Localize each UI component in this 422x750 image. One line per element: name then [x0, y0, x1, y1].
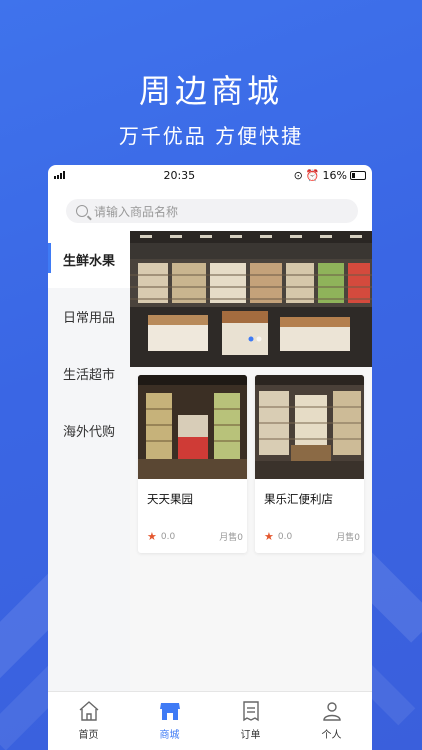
sidebar-item-fresh-fruit[interactable]: 生鲜水果 — [48, 231, 130, 288]
store-meta: ★ 0.0 月售0 — [147, 530, 243, 543]
tab-label: 订单 — [240, 730, 261, 741]
monthly-sales: 月售0 — [336, 533, 360, 543]
shop-icon — [159, 703, 180, 720]
hero-title: 周边商城 — [138, 72, 283, 110]
star-icon: ★ — [147, 530, 157, 543]
store-rating: ★ 0.0 — [264, 530, 292, 543]
tab-shop[interactable]: 商城 — [129, 692, 210, 750]
sidebar-item-label: 海外代购 — [62, 425, 115, 440]
sidebar-item-label: 日常用品 — [62, 311, 115, 326]
monthly-sales: 月售0 — [219, 533, 243, 543]
sidebar-item-label: 生活超市 — [62, 368, 115, 383]
tab-label: 商城 — [159, 730, 180, 741]
search-input[interactable]: 请输入商品名称 — [66, 199, 358, 223]
orientation-lock-icon: ⊙ — [293, 168, 303, 182]
status-time: 20:35 — [163, 168, 196, 182]
star-icon: ★ — [264, 530, 274, 543]
battery-icon — [349, 170, 366, 180]
alarm-icon: ⏰ — [305, 168, 320, 182]
status-right: ⊙ ⏰ 16% — [294, 169, 366, 182]
bottom-tab-bar: 首页 商城 订单 个人 — [48, 691, 372, 750]
battery-percent: 16% — [322, 168, 347, 182]
tab-label: 个人 — [321, 730, 342, 741]
store-name: 天天果园 — [147, 492, 193, 506]
sidebar-item-daily-goods[interactable]: 日常用品 — [48, 288, 130, 345]
home-icon — [79, 701, 98, 721]
sidebar-item-supermarket[interactable]: 生活超市 — [48, 345, 130, 402]
store-name: 果乐汇便利店 — [264, 492, 333, 506]
tab-home[interactable]: 首页 — [48, 692, 129, 750]
phone-frame: 20:35 ⊙ ⏰ 16% 请输入商品名称 生鲜水果 日常用品 生活超市 海外代… — [48, 165, 372, 750]
store-card-tiantian[interactable]: 天天果园 ★ 0.0 月售0 — [138, 375, 247, 553]
sidebar-item-label: 生鲜水果 — [62, 254, 115, 269]
hero-subtitle: 万千优品 方便快捷 — [118, 124, 304, 148]
rating-value: 0.0 — [277, 531, 293, 542]
store-list-panel: 天天果园 ★ 0.0 月售0 果乐汇便利店 ★ 0.0 月售0 — [130, 231, 372, 692]
search-placeholder: 请输入商品名称 — [94, 204, 179, 219]
tab-profile[interactable]: 个人 — [291, 692, 372, 750]
search-icon — [76, 205, 88, 217]
profile-icon — [322, 702, 341, 721]
tab-label: 首页 — [78, 730, 99, 741]
store-rating: ★ 0.0 — [147, 530, 175, 543]
store-card-guolehui[interactable]: 果乐汇便利店 ★ 0.0 月售0 — [255, 375, 364, 553]
banner-image[interactable] — [130, 231, 372, 367]
status-bar: 20:35 ⊙ ⏰ 16% — [48, 165, 372, 185]
tab-orders[interactable]: 订单 — [210, 692, 291, 750]
order-icon — [242, 701, 259, 722]
sidebar-item-overseas[interactable]: 海外代购 — [48, 402, 130, 459]
content-area: 生鲜水果 日常用品 生活超市 海外代购 天天果园 ★ 0.0 月售0 果乐汇便利… — [48, 231, 372, 692]
store-meta: ★ 0.0 月售0 — [264, 530, 360, 543]
store-photo — [138, 375, 247, 479]
store-photo — [255, 375, 364, 479]
rating-value: 0.0 — [160, 531, 176, 542]
store-cards: 天天果园 ★ 0.0 月售0 果乐汇便利店 ★ 0.0 月售0 — [130, 367, 372, 553]
signal-icon — [54, 171, 65, 179]
category-sidebar: 生鲜水果 日常用品 生活超市 海外代购 — [48, 231, 130, 692]
